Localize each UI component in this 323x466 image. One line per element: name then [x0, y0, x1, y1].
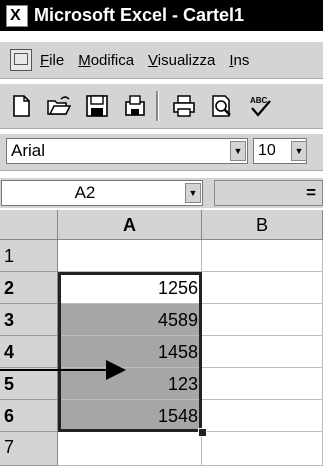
- save-network-icon: [125, 95, 145, 116]
- edit-formula-button[interactable]: =: [214, 180, 323, 206]
- toolbar-separator: [156, 91, 159, 121]
- print-preview-button[interactable]: [205, 90, 239, 122]
- new-button[interactable]: [4, 90, 38, 122]
- menu-file-rest: ile: [49, 51, 65, 69]
- cell-b4[interactable]: [202, 336, 323, 368]
- menu-bar: File Modifica Visualizza Ins: [0, 42, 323, 79]
- column-header-b[interactable]: B: [202, 210, 323, 240]
- menu-visualizza[interactable]: Visualizza: [148, 52, 215, 69]
- cell-b2[interactable]: [202, 272, 323, 304]
- menu-modifica[interactable]: Modifica: [78, 52, 134, 69]
- title-bar[interactable]: Microsoft Excel - Cartel1: [0, 0, 323, 31]
- worksheet-grid[interactable]: A B 1 2 3 4 5 6 7 1256 4589 1458 123 154…: [0, 210, 323, 466]
- font-name-value: Arial: [11, 141, 46, 160]
- name-box[interactable]: A2 ▼: [1, 180, 203, 206]
- fill-handle[interactable]: [198, 428, 207, 437]
- menu-file[interactable]: File: [40, 52, 64, 69]
- cell-a7[interactable]: [58, 432, 202, 466]
- font-dropdown-arrow[interactable]: ▼: [230, 141, 246, 161]
- print-icon: [173, 95, 195, 117]
- row-header-6[interactable]: 6: [0, 400, 58, 432]
- standard-toolbar: ABC: [0, 84, 323, 129]
- cell-b5[interactable]: [202, 368, 323, 400]
- open-icon: [47, 96, 72, 115]
- spelling-button[interactable]: ABC: [243, 90, 277, 122]
- save-button[interactable]: [80, 90, 114, 122]
- open-button[interactable]: [42, 90, 76, 122]
- chevron-down-icon: ▼: [188, 188, 198, 198]
- font-size-dropdown-arrow[interactable]: ▼: [291, 141, 307, 161]
- select-all-corner[interactable]: [0, 210, 58, 240]
- formula-bar: A2 ▼ =: [0, 178, 323, 208]
- cell-a6[interactable]: 1548: [58, 400, 202, 432]
- cell-b6[interactable]: [202, 400, 323, 432]
- save-network-button[interactable]: [118, 90, 152, 122]
- menu-visualizza-accel: V: [148, 51, 158, 69]
- row-header-1[interactable]: 1: [0, 240, 58, 272]
- svg-text:ABC: ABC: [250, 96, 268, 105]
- column-header-a[interactable]: A: [58, 210, 202, 240]
- cell-a2[interactable]: 1256: [58, 272, 202, 304]
- document-icon[interactable]: [10, 49, 32, 71]
- font-size-value: 10: [258, 142, 276, 159]
- menu-file-accel: F: [40, 51, 50, 69]
- cell-a1[interactable]: [58, 240, 202, 272]
- row-header-3[interactable]: 3: [0, 304, 58, 336]
- row-header-7[interactable]: 7: [0, 432, 58, 466]
- excel-app-icon[interactable]: [6, 4, 28, 27]
- print-button[interactable]: [167, 90, 201, 122]
- menu-modifica-accel: M: [78, 51, 91, 69]
- menu-inserisci[interactable]: Ins: [229, 52, 249, 69]
- menu-inserisci-rest: ns: [233, 51, 250, 69]
- cell-b7[interactable]: [202, 432, 323, 466]
- save-icon: [86, 95, 108, 117]
- chevron-down-icon: ▼: [233, 146, 243, 156]
- excel-window: Microsoft Excel - Cartel1 File Modifica …: [0, 0, 323, 466]
- menu-visualizza-rest: isualizza: [157, 51, 216, 69]
- cell-b1[interactable]: [202, 240, 323, 272]
- cell-a3[interactable]: 4589: [58, 304, 202, 336]
- menu-modifica-rest: odifica: [90, 51, 135, 69]
- cell-b3[interactable]: [202, 304, 323, 336]
- chevron-down-icon: ▼: [294, 146, 304, 156]
- formatting-toolbar: Arial ▼ 10 ▼: [0, 134, 323, 171]
- font-name-select[interactable]: Arial ▼: [6, 138, 248, 164]
- print-preview-icon: [212, 95, 231, 117]
- callout-arrow-icon: [0, 360, 126, 380]
- name-box-dropdown-arrow[interactable]: ▼: [185, 183, 201, 203]
- name-box-value: A2: [74, 183, 96, 202]
- row-header-2[interactable]: 2: [0, 272, 58, 304]
- window-title: Microsoft Excel - Cartel1: [34, 5, 245, 25]
- spelling-icon: ABC: [250, 96, 271, 117]
- new-icon: [13, 95, 30, 117]
- font-size-select[interactable]: 10 ▼: [253, 138, 307, 164]
